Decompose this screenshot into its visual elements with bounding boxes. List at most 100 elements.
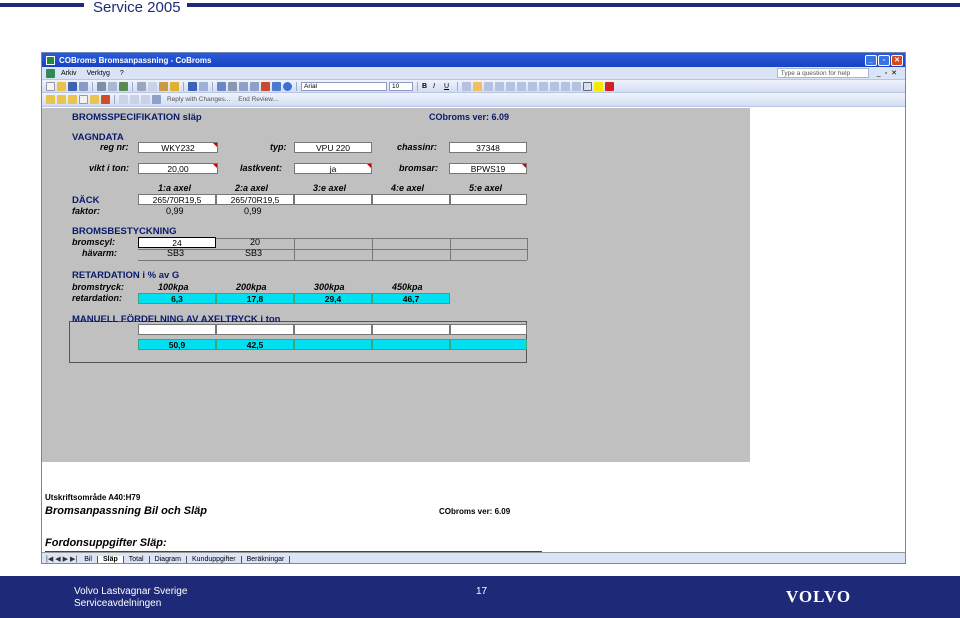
spelling-icon[interactable] — [119, 81, 128, 91]
typ-cell[interactable]: VPU 220 — [294, 142, 372, 153]
comment-indicator-icon — [367, 164, 371, 168]
borders-icon[interactable] — [583, 81, 592, 91]
vikt-cell[interactable]: 20,00 — [138, 163, 218, 174]
dack-cell[interactable] — [372, 194, 450, 205]
retardation-cell[interactable]: 17,8 — [216, 293, 294, 304]
manuell-empty-cell[interactable] — [294, 324, 372, 335]
manuell-cell[interactable] — [450, 339, 527, 350]
next-comment-icon[interactable] — [79, 95, 88, 104]
manuell-empty-cell[interactable] — [372, 324, 450, 335]
tab-total[interactable]: Total — [124, 555, 150, 563]
faktor-label: faktor: — [72, 206, 101, 216]
tab-kunduppgifter[interactable]: Kunduppgifter — [187, 555, 242, 563]
permission-icon[interactable] — [79, 81, 88, 91]
menu-item-help[interactable]: ? — [120, 70, 124, 77]
manuell-empty-cell[interactable] — [138, 324, 216, 335]
comma-icon[interactable] — [528, 81, 537, 91]
align-left-icon[interactable] — [462, 81, 471, 91]
bromscyl-cell[interactable]: 24 — [138, 237, 216, 248]
lastkvent-cell[interactable]: ja — [294, 163, 372, 174]
tab-first-icon[interactable]: |◀ — [46, 555, 53, 563]
tab-diagram[interactable]: Diagram — [150, 555, 188, 563]
align-right-icon[interactable] — [484, 81, 493, 91]
tab-bil[interactable]: Bil — [79, 555, 98, 563]
bold-icon[interactable]: B — [422, 83, 431, 90]
reply-with-changes-button[interactable]: Reply with Changes... — [167, 96, 230, 103]
manuell-empty-cell[interactable] — [216, 324, 294, 335]
dack-cell[interactable]: 265/70R19,5 — [138, 194, 216, 205]
document-window-buttons[interactable]: _▫✕ — [877, 69, 901, 77]
print-preview-icon[interactable] — [108, 81, 117, 91]
bromsar-cell[interactable]: BPWS19 — [449, 163, 527, 174]
tab-slap[interactable]: Släp — [97, 555, 124, 563]
manuell-cell[interactable] — [372, 339, 450, 350]
decrease-decimal-icon[interactable] — [550, 81, 559, 91]
show-all-comments-icon[interactable] — [90, 95, 99, 104]
new-comment-icon[interactable] — [57, 95, 66, 104]
close-button[interactable]: ✕ — [891, 54, 903, 66]
dack-cell[interactable] — [450, 194, 527, 205]
tab-next-icon[interactable]: ▶ — [63, 555, 68, 563]
drawing-icon[interactable] — [272, 81, 281, 91]
format-painter-icon[interactable] — [170, 81, 179, 91]
cut-icon[interactable] — [137, 81, 146, 91]
retardation-cell[interactable]: 46,7 — [372, 293, 450, 304]
dack-cell[interactable]: 265/70R19,5 — [216, 194, 294, 205]
help-search-input[interactable]: Type a question for help — [776, 68, 869, 78]
show-comment-icon[interactable] — [46, 95, 55, 104]
menu-item-verktyg[interactable]: Verktyg — [87, 70, 110, 77]
minimize-button[interactable]: _ — [865, 54, 877, 66]
manuell-cell[interactable] — [294, 339, 372, 350]
print-icon[interactable] — [97, 81, 106, 91]
save-icon[interactable] — [68, 81, 77, 91]
send-icon[interactable] — [141, 95, 150, 104]
ink-icon[interactable] — [152, 95, 161, 104]
retardation-cell[interactable]: 6,3 — [138, 293, 216, 304]
help-icon[interactable] — [283, 81, 292, 91]
manuell-empty-cell[interactable] — [450, 324, 527, 335]
chart-wizard-icon[interactable] — [261, 81, 270, 91]
increase-decimal-icon[interactable] — [539, 81, 548, 91]
spreadsheet-grid[interactable]: BROMSSPECIFIKATION släp CObroms ver: 6.0… — [42, 108, 750, 462]
sort-asc-icon[interactable] — [239, 81, 248, 91]
delete-comment-icon[interactable] — [101, 95, 110, 104]
currency-icon[interactable] — [506, 81, 515, 91]
hyperlink-icon[interactable] — [217, 81, 226, 91]
redo-icon[interactable] — [199, 81, 208, 91]
decrease-indent-icon[interactable] — [561, 81, 570, 91]
manuell-cell[interactable]: 42,5 — [216, 339, 294, 350]
font-color-icon[interactable] — [605, 81, 614, 91]
font-name-select[interactable]: Arial — [301, 81, 387, 91]
open-icon[interactable] — [57, 81, 66, 91]
fill-color-icon[interactable] — [594, 81, 603, 91]
align-center-icon[interactable] — [473, 81, 482, 91]
reg-nr-cell[interactable]: WKY232 — [138, 142, 218, 153]
increase-indent-icon[interactable] — [572, 81, 581, 91]
underline-icon[interactable]: U — [444, 83, 453, 90]
pressure-header: 450kpa — [392, 282, 423, 292]
sort-desc-icon[interactable] — [250, 81, 259, 91]
tab-prev-icon[interactable]: ◀ — [55, 555, 60, 563]
restore-button[interactable]: ▫ — [878, 54, 890, 66]
font-size-select[interactable]: 10 — [389, 81, 413, 91]
chassinr-cell[interactable]: 37348 — [449, 142, 527, 153]
merge-center-icon[interactable] — [495, 81, 504, 91]
protect-icon[interactable] — [130, 95, 139, 104]
retardation-cell[interactable]: 29,4 — [294, 293, 372, 304]
end-review-button[interactable]: End Review... — [238, 96, 278, 103]
percent-icon[interactable] — [517, 81, 526, 91]
dack-cell[interactable] — [294, 194, 372, 205]
previous-comment-icon[interactable] — [68, 95, 77, 104]
paste-icon[interactable] — [159, 81, 168, 91]
copy-icon[interactable] — [148, 81, 157, 91]
tab-berakningar[interactable]: Beräkningar — [242, 555, 291, 563]
autosum-icon[interactable] — [228, 81, 237, 91]
new-icon[interactable] — [46, 81, 55, 91]
italic-icon[interactable]: I — [433, 83, 442, 90]
manuell-cell[interactable]: 50,9 — [138, 339, 216, 350]
undo-icon[interactable] — [188, 81, 197, 91]
menu-item-arkiv[interactable]: Arkiv — [61, 70, 77, 77]
tab-last-icon[interactable]: ▶| — [70, 555, 77, 563]
slide-footer: Volvo Lastvagnar Sverige Serviceavdelnin… — [0, 576, 960, 618]
track-changes-icon[interactable] — [119, 95, 128, 104]
